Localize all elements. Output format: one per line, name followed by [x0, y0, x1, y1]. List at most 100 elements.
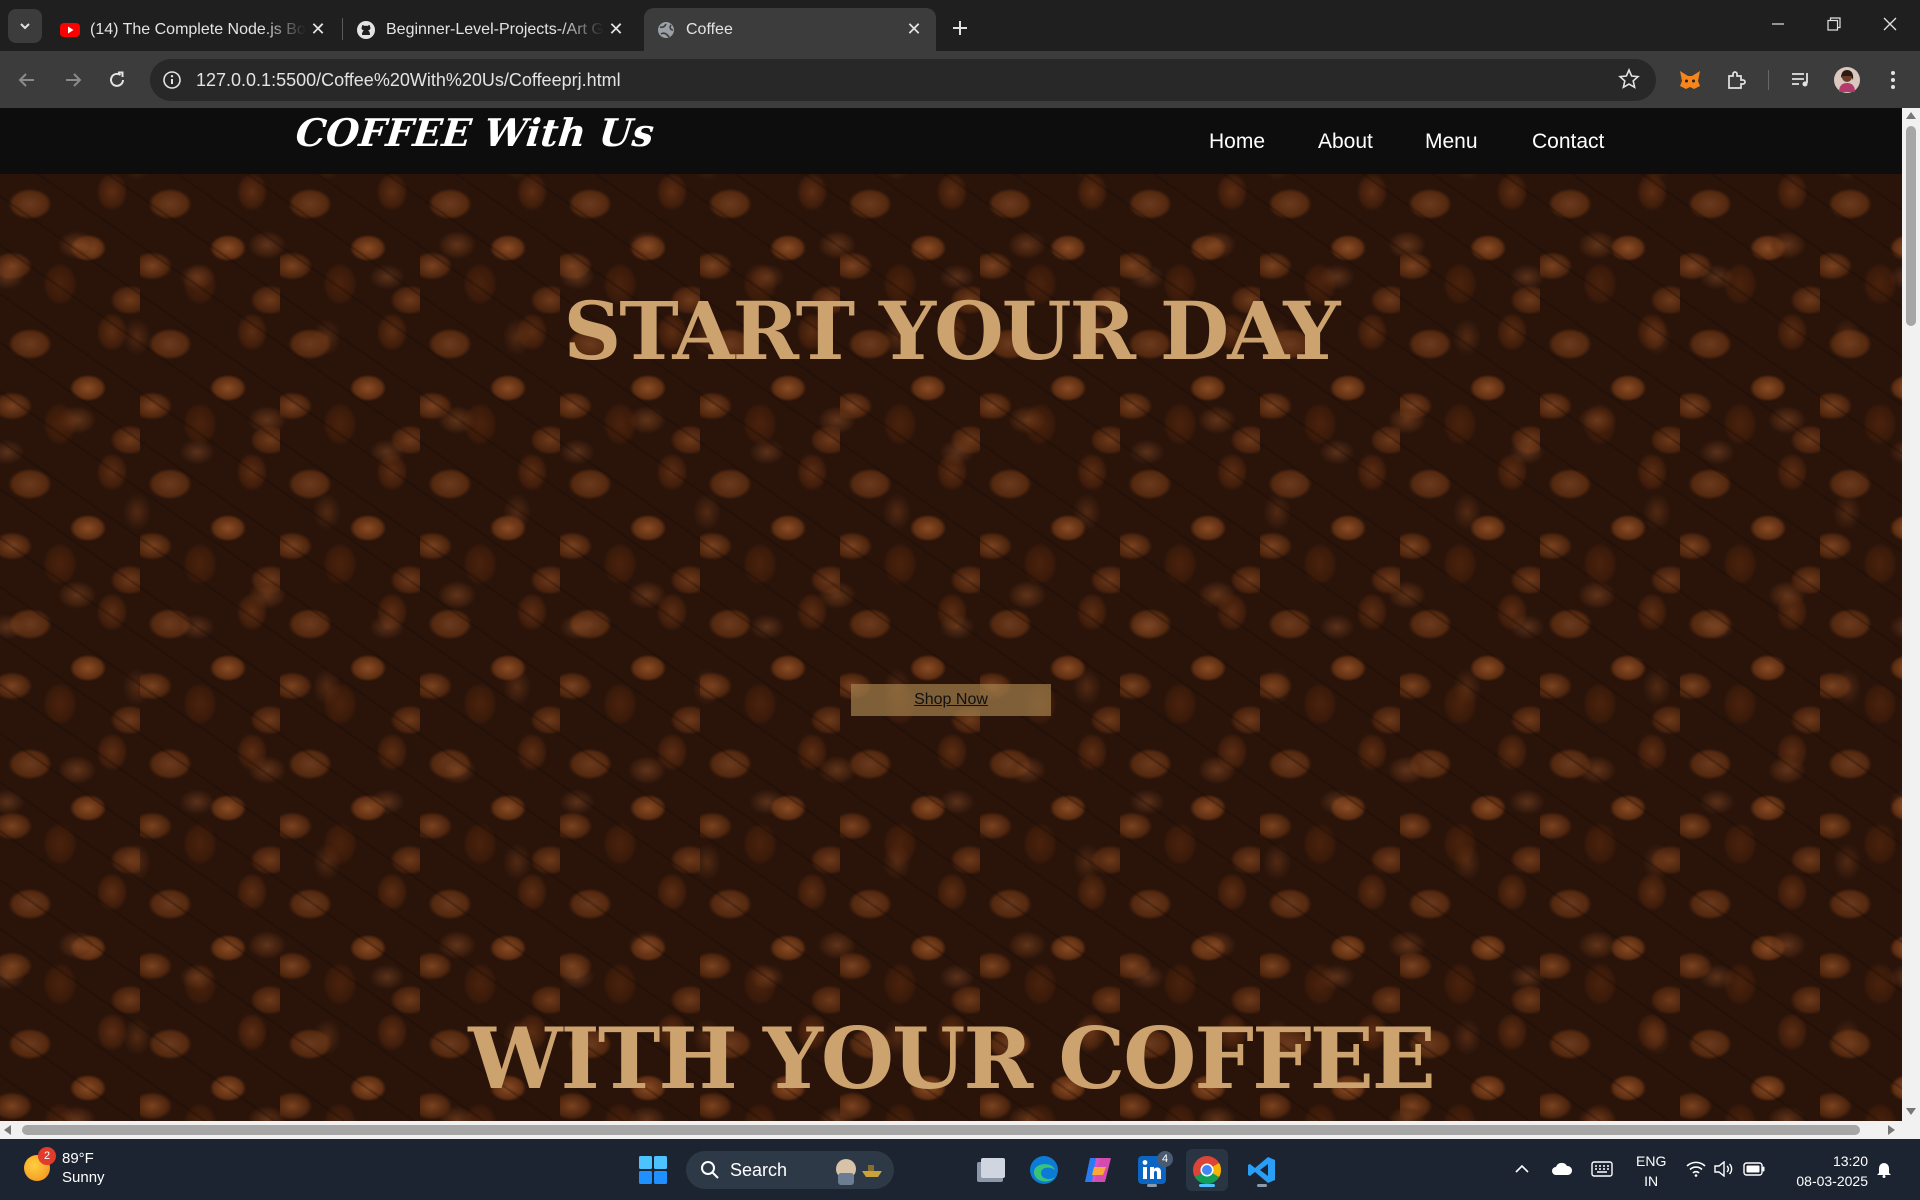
site-logo[interactable]: COFFEE With Us	[294, 110, 657, 155]
show-hidden-icons-button[interactable]	[1508, 1155, 1536, 1183]
vscode-taskbar-button[interactable]	[1241, 1149, 1283, 1191]
browser-toolbar: 127.0.0.1:5500/Coffee%20With%20Us/Coffee…	[0, 51, 1920, 108]
notification-badge: 2	[38, 1147, 56, 1165]
onedrive-tray-icon[interactable]	[1548, 1155, 1576, 1183]
weather-temperature: 89°F	[62, 1150, 94, 1167]
vertical-scrollbar-thumb[interactable]	[1906, 126, 1916, 326]
close-icon[interactable]: ✕	[902, 18, 926, 42]
tab-github[interactable]: Beginner-Level-Projects-/Art G ✕	[344, 8, 638, 51]
weather-widget[interactable]: 2 89°F Sunny	[24, 1147, 105, 1187]
edge-icon	[1030, 1156, 1058, 1184]
scroll-down-arrow-icon[interactable]	[1906, 1108, 1916, 1115]
wifi-tray-icon[interactable]	[1682, 1155, 1710, 1183]
extensions-puzzle-icon[interactable]	[1723, 67, 1749, 93]
metamask-extension-icon[interactable]	[1677, 67, 1703, 93]
shop-now-button[interactable]: Shop Now	[851, 684, 1051, 716]
github-icon	[356, 20, 376, 40]
scroll-left-arrow-icon[interactable]	[4, 1125, 11, 1135]
volume-tray-icon[interactable]	[1710, 1155, 1738, 1183]
linkedin-taskbar-button[interactable]: 4	[1131, 1149, 1173, 1191]
language-code: ENG	[1636, 1153, 1667, 1169]
tab-divider	[342, 18, 343, 40]
tab-search-button[interactable]	[8, 9, 42, 43]
restore-icon	[1827, 17, 1841, 31]
file-explorer-icon	[977, 1158, 1005, 1182]
copilot-icon	[1085, 1158, 1111, 1182]
close-window-button[interactable]	[1862, 0, 1918, 48]
hero-headline-top: START YOUR DAY	[563, 284, 1341, 378]
address-bar[interactable]: 127.0.0.1:5500/Coffee%20With%20Us/Coffee…	[150, 59, 1656, 101]
reload-icon	[110, 71, 124, 87]
keyboard-tray-icon[interactable]	[1588, 1155, 1616, 1183]
running-indicator	[1257, 1184, 1267, 1187]
vscode-icon	[1248, 1157, 1275, 1183]
scroll-up-arrow-icon[interactable]	[1906, 112, 1916, 119]
search-icon	[701, 1161, 719, 1179]
close-icon	[1883, 17, 1897, 31]
tab-title: Beginner-Level-Projects-/Art G	[386, 20, 604, 38]
weather-sun-icon: 2	[24, 1147, 56, 1181]
tab-title: Coffee	[686, 20, 733, 38]
input-language-indicator[interactable]: ENG IN	[1636, 1151, 1666, 1191]
nav-link-contact[interactable]: Contact	[1532, 130, 1604, 154]
battery-tray-icon[interactable]	[1740, 1155, 1768, 1183]
restore-button[interactable]	[1806, 0, 1862, 48]
site-info-icon[interactable]	[160, 68, 184, 92]
kebab-menu-icon	[1891, 71, 1895, 89]
search-label: Search	[730, 1159, 788, 1180]
taskbar-search-box[interactable]: Search	[686, 1151, 894, 1189]
globe-icon	[656, 20, 676, 40]
search-highlight-icon	[836, 1159, 882, 1185]
scroll-right-arrow-icon[interactable]	[1888, 1125, 1895, 1135]
site-navbar: COFFEE With Us Home About Menu Contact	[0, 108, 1902, 174]
vertical-scrollbar[interactable]	[1902, 108, 1920, 1121]
chevron-up-icon	[1515, 1164, 1529, 1173]
tab-title: (14) The Complete Node.js Boo	[90, 20, 306, 38]
arrow-right-icon	[66, 73, 82, 87]
browser-menu-button[interactable]	[1880, 67, 1906, 93]
page-viewport: COFFEE With Us Home About Menu Contact S…	[0, 108, 1902, 1121]
browser-tab-bar: (14) The Complete Node.js Boo ✕ Beginner…	[0, 0, 1920, 51]
media-controls-icon[interactable]	[1788, 67, 1814, 93]
minimize-icon	[1772, 23, 1784, 25]
chrome-icon	[1193, 1156, 1221, 1184]
start-button[interactable]	[632, 1149, 674, 1191]
edge-taskbar-button[interactable]	[1023, 1149, 1065, 1191]
horizontal-scrollbar[interactable]	[0, 1121, 1920, 1139]
hero-headline-bottom: WITH YOUR COFFEE	[468, 1009, 1436, 1108]
bookmark-star-icon[interactable]	[1618, 68, 1642, 92]
file-explorer-taskbar-button[interactable]	[970, 1149, 1012, 1191]
chrome-taskbar-button[interactable]	[1186, 1149, 1228, 1191]
linkedin-badge: 4	[1157, 1151, 1173, 1167]
profile-avatar[interactable]	[1834, 67, 1860, 93]
close-icon[interactable]: ✕	[604, 18, 628, 42]
minimize-button[interactable]	[1750, 0, 1806, 48]
reload-button[interactable]	[100, 63, 134, 97]
nav-link-home[interactable]: Home	[1209, 130, 1265, 154]
nav-link-menu[interactable]: Menu	[1425, 130, 1478, 154]
clock-date: 08-03-2025	[1796, 1173, 1868, 1189]
toolbar-divider	[1768, 70, 1769, 90]
system-clock[interactable]: 13:20 08-03-2025	[1786, 1151, 1868, 1191]
windows-logo-icon	[639, 1156, 667, 1184]
nav-link-about[interactable]: About	[1318, 130, 1373, 154]
horizontal-scrollbar-thumb[interactable]	[22, 1125, 1860, 1135]
arrow-left-icon	[18, 73, 34, 87]
url-text[interactable]: 127.0.0.1:5500/Coffee%20With%20Us/Coffee…	[196, 70, 621, 91]
plus-icon	[953, 21, 967, 35]
notifications-bell-icon[interactable]	[1870, 1155, 1898, 1183]
new-tab-button[interactable]	[944, 12, 976, 44]
clock-time: 13:20	[1832, 1153, 1868, 1169]
forward-button[interactable]	[56, 63, 90, 97]
region-code: IN	[1644, 1173, 1659, 1189]
tab-youtube[interactable]: (14) The Complete Node.js Boo ✕	[48, 8, 340, 51]
weather-condition: Sunny	[62, 1169, 105, 1186]
close-icon[interactable]: ✕	[306, 18, 330, 42]
chevron-down-icon	[20, 23, 30, 30]
copilot-taskbar-button[interactable]	[1077, 1149, 1119, 1191]
windows-taskbar: 2 89°F Sunny Search 4 ENG IN 13:20 08-03…	[0, 1139, 1920, 1200]
back-button[interactable]	[10, 63, 44, 97]
running-indicator	[1147, 1184, 1157, 1187]
youtube-icon	[60, 20, 80, 40]
tab-coffee[interactable]: Coffee ✕	[644, 8, 936, 51]
